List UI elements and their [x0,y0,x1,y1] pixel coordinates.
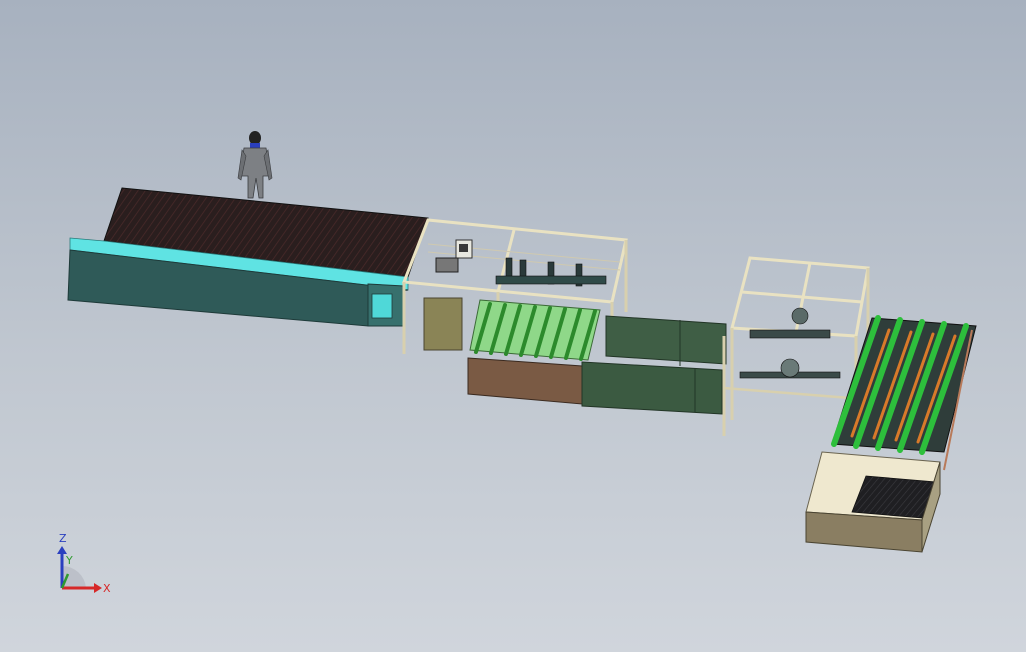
z-axis-label: Z [59,532,67,545]
x-axis-label: X [103,582,111,595]
station-2-mechanism [739,307,841,379]
assembly-3d-view[interactable] [0,0,1026,652]
control-cabinet[interactable] [423,297,463,351]
operator-figure [237,131,273,199]
station-2-lower-beam [723,386,851,400]
roller-bank[interactable] [831,315,977,471]
green-chute-rack[interactable] [469,299,601,361]
conveyor-end-window [371,293,393,319]
platform-hatch-area [851,475,937,519]
outfeed-platform[interactable] [805,451,941,553]
y-axis-label: Y [65,554,73,567]
z-axis-arrow [57,546,67,554]
hmi-screen [459,244,468,252]
brown-base-box [467,357,583,405]
operator-collar [250,143,260,148]
operator-head [249,131,261,145]
cad-viewport[interactable]: Z Y X [0,0,1026,652]
x-axis-arrow [94,583,102,593]
coordinate-triad: Z Y X [57,532,111,595]
infeed-conveyor[interactable] [67,187,429,327]
cabinet-front [581,361,723,415]
gripper-beam [495,275,607,285]
scanner-unit [435,257,459,273]
cabinet-top-rear [605,315,727,365]
middle-cabinet-section[interactable] [581,315,727,415]
